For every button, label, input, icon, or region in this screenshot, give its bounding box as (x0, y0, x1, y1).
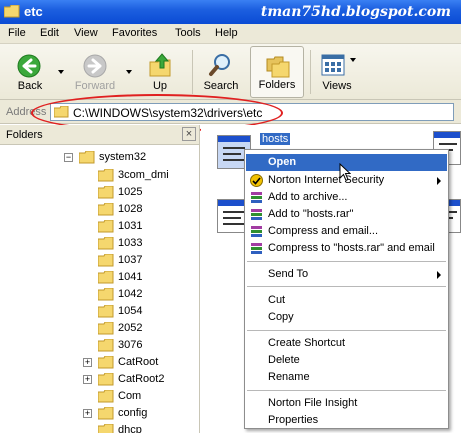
menu-item-properties[interactable]: Properties (246, 412, 447, 429)
folder-icon (98, 407, 114, 420)
up-folder-icon (149, 53, 171, 77)
menu-separator (247, 261, 446, 262)
menu-separator (247, 390, 446, 391)
folder-icon (98, 271, 114, 284)
folder-icon (98, 254, 114, 267)
folder-open-icon (79, 151, 95, 164)
collapse-icon[interactable]: − (64, 153, 73, 162)
folder-icon (98, 237, 114, 250)
close-icon[interactable]: × (182, 127, 196, 141)
folders-pane: Folders × − system32 3com_dmi 1025 1028 … (0, 125, 200, 433)
views-button[interactable]: Views (314, 46, 360, 98)
toolbar-separator (192, 50, 193, 94)
menu-item-norton-file-insight[interactable]: Norton File Insight (246, 395, 447, 412)
address-bar: Address C:\WINDOWS\system32\drivers\etc (0, 100, 461, 124)
forward-dropdown-icon[interactable] (126, 70, 132, 74)
selected-file-name[interactable]: hosts (260, 133, 291, 145)
menu-item-create-shortcut[interactable]: Create Shortcut (246, 335, 447, 352)
folder-icon (98, 356, 114, 369)
submenu-arrow-icon (437, 271, 441, 279)
expand-icon[interactable]: + (83, 375, 92, 384)
views-icon (321, 54, 345, 76)
up-button[interactable]: Up (140, 46, 180, 98)
menu-separator (247, 286, 446, 287)
menu-help[interactable]: Help (215, 27, 238, 39)
folders-pane-title: Folders (6, 129, 43, 141)
folder-icon (98, 186, 114, 199)
back-dropdown-icon[interactable] (58, 70, 64, 74)
mouse-cursor-icon (339, 163, 351, 182)
menu-item-rename[interactable]: Rename (246, 369, 447, 386)
menu-item-copy[interactable]: Copy (246, 309, 447, 326)
back-button[interactable]: Back (6, 46, 54, 98)
menu-view[interactable]: View (74, 27, 98, 39)
title-bar: etc tman75hd.blogspot.com (0, 0, 461, 24)
folder-icon (4, 5, 20, 18)
winrar-icon (251, 192, 262, 203)
menu-file[interactable]: File (8, 27, 26, 39)
menu-bar: File Edit View Favorites Tools Help (0, 24, 461, 44)
winrar-icon (251, 209, 262, 220)
address-path: C:\WINDOWS\system32\drivers\etc (73, 106, 263, 120)
folder-icon (98, 169, 114, 182)
menu-edit[interactable]: Edit (40, 27, 59, 39)
folders-button[interactable]: Folders (250, 46, 304, 98)
folder-icon (98, 220, 114, 233)
address-field[interactable]: C:\WINDOWS\system32\drivers\etc (50, 103, 454, 121)
back-arrow-icon (17, 54, 41, 78)
winrar-icon (251, 243, 262, 254)
menu-item-add-to-hosts-rar[interactable]: Add to "hosts.rar" (246, 206, 447, 223)
folder-icon (98, 203, 114, 216)
context-menu: Open Norton Internet Security Add to arc… (244, 149, 449, 429)
toolbar-separator (310, 50, 311, 94)
submenu-arrow-icon (437, 177, 441, 185)
window-title: etc (24, 4, 43, 19)
folders-icon (266, 56, 290, 78)
folder-icon (98, 288, 114, 301)
folders-pane-header: Folders × (0, 125, 199, 145)
search-icon (209, 54, 230, 76)
views-dropdown-icon[interactable] (350, 58, 356, 62)
forward-arrow-icon (83, 54, 107, 78)
menu-item-add-to-archive[interactable]: Add to archive... (246, 189, 447, 206)
folder-icon (98, 305, 114, 318)
expand-icon[interactable]: + (83, 409, 92, 418)
search-button[interactable]: Search (198, 46, 244, 98)
folder-icon (54, 106, 69, 118)
menu-tools[interactable]: Tools (175, 27, 201, 39)
folder-icon (98, 373, 114, 386)
menu-item-compress-and-email[interactable]: Compress and email... (246, 223, 447, 240)
address-label: Address (6, 106, 47, 118)
folder-icon (98, 390, 114, 403)
winrar-icon (251, 226, 262, 237)
toolbar: Back Forward Up Search Folders Views (0, 44, 461, 100)
watermark: tman75hd.blogspot.com (260, 4, 451, 20)
menu-item-send-to[interactable]: Send To (246, 266, 447, 283)
folder-icon (98, 339, 114, 352)
menu-separator (247, 330, 446, 331)
norton-icon (250, 174, 263, 187)
expand-icon[interactable]: + (83, 358, 92, 367)
menu-favorites[interactable]: Favorites (112, 27, 157, 39)
menu-item-cut[interactable]: Cut (246, 292, 447, 309)
menu-item-delete[interactable]: Delete (246, 352, 447, 369)
forward-button[interactable]: Forward (68, 46, 122, 98)
menu-item-compress-to-hosts-rar-and-email[interactable]: Compress to "hosts.rar" and email (246, 240, 447, 257)
folder-icon (98, 322, 114, 335)
folder-icon (98, 424, 114, 433)
